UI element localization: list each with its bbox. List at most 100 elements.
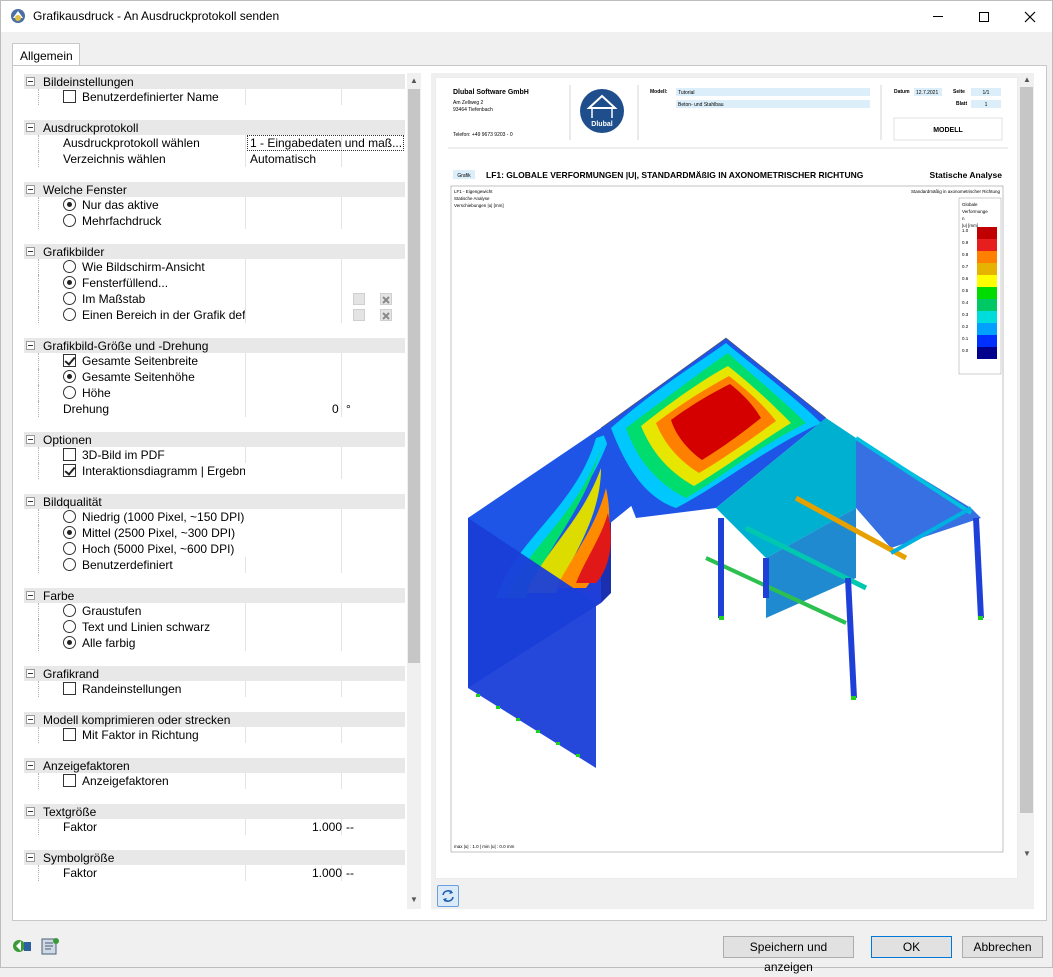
settings-tool-button[interactable] xyxy=(39,935,61,957)
group-farbe[interactable]: Farbe xyxy=(24,587,405,603)
checkbox-interaktionsdiagramm[interactable] xyxy=(63,464,76,477)
collapse-icon[interactable] xyxy=(26,247,35,256)
checkbox-seitenbreite[interactable] xyxy=(63,354,76,367)
tree-row[interactable]: Anzeigefaktoren xyxy=(24,773,405,789)
radio-nur-aktive[interactable] xyxy=(63,198,76,211)
symbolgroesse-value[interactable]: 1.000 xyxy=(312,866,342,880)
help-tool-button[interactable] xyxy=(11,935,33,957)
tree-row[interactable]: Mit Faktor in Richtung xyxy=(24,727,405,743)
group-bildeinstellungen[interactable]: Bildeinstellungen xyxy=(24,73,405,89)
tree-row[interactable]: Benutzerdefiniert xyxy=(24,557,405,573)
group-ausdruckprotokoll[interactable]: Ausdruckprotokoll xyxy=(24,119,405,135)
tree-row[interactable]: Alle farbig xyxy=(24,635,405,651)
radio-hoch[interactable] xyxy=(63,542,76,555)
tree-row[interactable]: Gesamte Seitenbreite xyxy=(24,353,405,369)
radio-hoehe[interactable] xyxy=(63,386,76,399)
tree-row[interactable]: Interaktionsdiagramm | Ergebni xyxy=(24,463,405,479)
tree-row[interactable]: Mehrfachdruck xyxy=(24,213,405,229)
tree-row[interactable]: Randeinstellungen xyxy=(24,681,405,697)
collapse-icon[interactable] xyxy=(26,497,35,506)
checkbox-3d-pdf[interactable] xyxy=(63,448,76,461)
tree-row[interactable]: Drehung 0 ° xyxy=(24,401,405,417)
scroll-thumb[interactable] xyxy=(1020,87,1033,813)
radio-bereich[interactable] xyxy=(63,308,76,321)
radio-mehrfachdruck[interactable] xyxy=(63,214,76,227)
checkbox-faktor-richtung[interactable] xyxy=(63,728,76,741)
collapse-icon[interactable] xyxy=(26,807,35,816)
collapse-icon[interactable] xyxy=(26,761,35,770)
scroll-up-icon[interactable]: ▲ xyxy=(409,76,419,86)
group-textgroesse[interactable]: Textgröße xyxy=(24,803,405,819)
radio-schwarz[interactable] xyxy=(63,620,76,633)
tree-row[interactable]: Benutzerdefinierter Name xyxy=(24,89,405,105)
ausdruckprotokoll-select[interactable]: 1 - Eingabedaten und maß... xyxy=(247,135,404,151)
checkbox-anzeigefaktoren[interactable] xyxy=(63,774,76,787)
minimize-button[interactable] xyxy=(915,1,961,32)
textgroesse-value[interactable]: 1.000 xyxy=(312,820,342,834)
collapse-icon[interactable] xyxy=(26,853,35,862)
collapse-icon[interactable] xyxy=(26,669,35,678)
cancel-button[interactable]: Abbrechen xyxy=(962,936,1043,958)
group-anzeigefaktoren[interactable]: Anzeigefaktoren xyxy=(24,757,405,773)
radio-niedrig[interactable] xyxy=(63,510,76,523)
radio-bildschirm-ansicht[interactable] xyxy=(63,260,76,273)
radio-graustufen[interactable] xyxy=(63,604,76,617)
verzeichnis-value[interactable]: Automatisch xyxy=(250,152,316,166)
tree-row[interactable]: Faktor 1.000 -- xyxy=(24,865,405,881)
tree-row[interactable]: Faktor 1.000 -- xyxy=(24,819,405,835)
tab-allgemein[interactable]: Allgemein xyxy=(12,43,80,67)
tree-scrollbar[interactable]: ▲ ▼ xyxy=(407,73,421,909)
checkbox-benutzerdefinierter-name[interactable] xyxy=(63,90,76,103)
tree-row[interactable]: Nur das aktive xyxy=(24,197,405,213)
radio-seitenhoehe[interactable] xyxy=(63,370,76,383)
group-modell-komprimieren[interactable]: Modell komprimieren oder strecken xyxy=(24,711,405,727)
delete-icon[interactable] xyxy=(380,309,392,321)
group-bildqualitaet[interactable]: Bildqualität xyxy=(24,493,405,509)
radio-mittel[interactable] xyxy=(63,526,76,539)
tree-row[interactable]: Hoch (5000 Pixel, ~600 DPI) xyxy=(24,541,405,557)
tree-row[interactable]: Gesamte Seitenhöhe xyxy=(24,369,405,385)
group-symbolgroesse[interactable]: Symbolgröße xyxy=(24,849,405,865)
tree-row[interactable]: Text und Linien schwarz xyxy=(24,619,405,635)
scroll-down-icon[interactable]: ▼ xyxy=(409,895,419,905)
tree-row[interactable]: Verzeichnis wählen Automatisch xyxy=(24,151,405,167)
radio-massstab[interactable] xyxy=(63,292,76,305)
tree-row[interactable]: Mittel (2500 Pixel, ~300 DPI) xyxy=(24,525,405,541)
collapse-icon[interactable] xyxy=(26,341,35,350)
tree-row[interactable]: Höhe xyxy=(24,385,405,401)
tree-row[interactable]: 3D-Bild im PDF xyxy=(24,447,405,463)
group-grafikbilder[interactable]: Grafikbilder xyxy=(24,243,405,259)
tree-row[interactable]: Niedrig (1000 Pixel, ~150 DPI) xyxy=(24,509,405,525)
group-grafikrand[interactable]: Grafikrand xyxy=(24,665,405,681)
scroll-thumb[interactable] xyxy=(408,89,420,663)
tree-row[interactable]: Fensterfüllend... xyxy=(24,275,405,291)
scroll-down-icon[interactable]: ▼ xyxy=(1022,849,1032,859)
tree-row[interactable]: Ausdruckprotokoll wählen 1 - Eingabedaten… xyxy=(24,135,405,151)
ok-button[interactable]: OK xyxy=(871,936,952,958)
collapse-icon[interactable] xyxy=(26,77,35,86)
collapse-icon[interactable] xyxy=(26,591,35,600)
checkbox-randeinstellungen[interactable] xyxy=(63,682,76,695)
save-and-show-button[interactable]: Speichern und anzeigen xyxy=(723,936,854,974)
group-groesse-drehung[interactable]: Grafikbild-Größe und -Drehung xyxy=(24,337,405,353)
group-welche-fenster[interactable]: Welche Fenster xyxy=(24,181,405,197)
tree-row[interactable]: Einen Bereich in der Grafik defir xyxy=(24,307,405,323)
preview-scrollbar[interactable]: ▲ ▼ xyxy=(1019,73,1034,863)
collapse-icon[interactable] xyxy=(26,715,35,724)
pick-icon[interactable] xyxy=(353,293,365,305)
radio-alle-farbig[interactable] xyxy=(63,636,76,649)
radio-fensterfuellend[interactable] xyxy=(63,276,76,289)
pick-icon[interactable] xyxy=(353,309,365,321)
maximize-button[interactable] xyxy=(961,1,1007,32)
delete-icon[interactable] xyxy=(380,293,392,305)
refresh-button[interactable] xyxy=(437,885,459,907)
radio-benutzerdefiniert[interactable] xyxy=(63,558,76,571)
collapse-icon[interactable] xyxy=(26,185,35,194)
close-button[interactable] xyxy=(1007,1,1053,32)
collapse-icon[interactable] xyxy=(26,123,35,132)
collapse-icon[interactable] xyxy=(26,435,35,444)
tree-row[interactable]: Wie Bildschirm-Ansicht xyxy=(24,259,405,275)
group-optionen[interactable]: Optionen xyxy=(24,431,405,447)
scroll-up-icon[interactable]: ▲ xyxy=(1022,75,1032,85)
tree-row[interactable]: Im Maßstab xyxy=(24,291,405,307)
